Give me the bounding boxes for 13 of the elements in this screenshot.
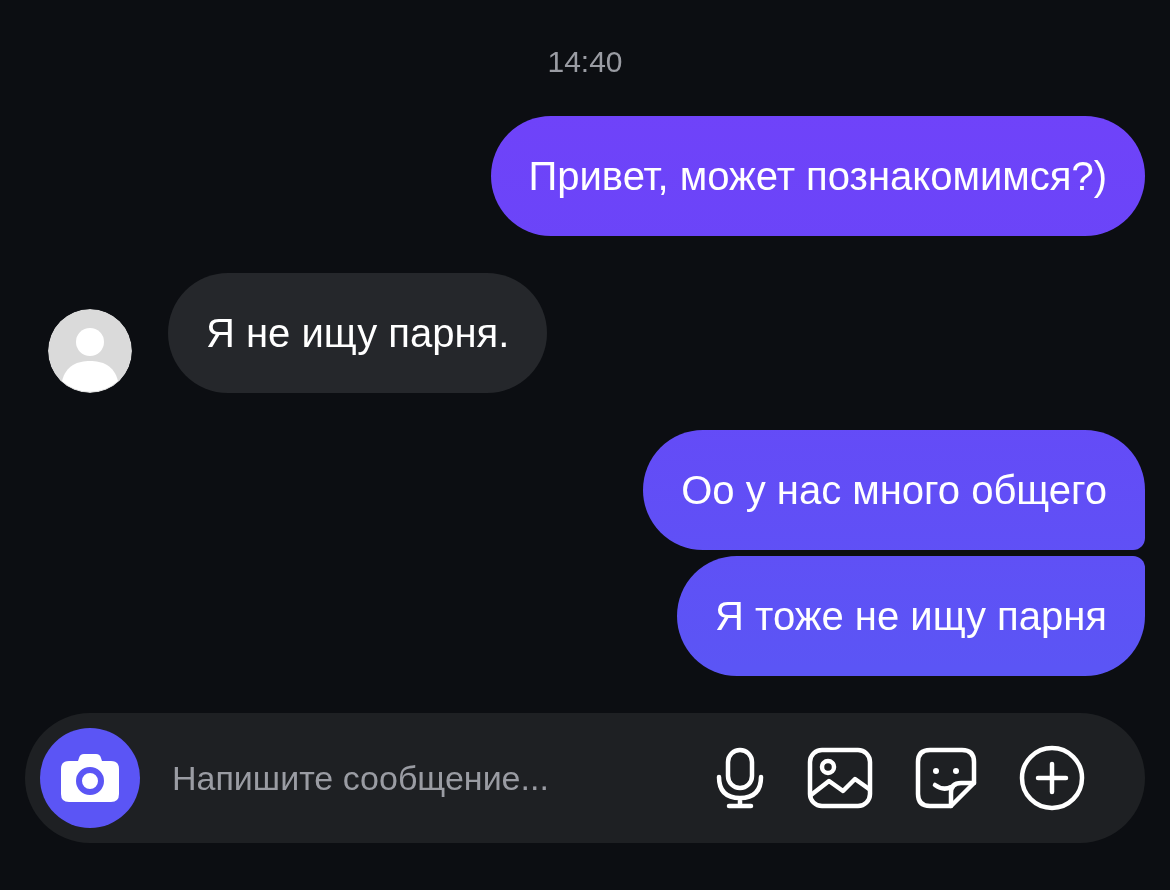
avatar-icon [48, 309, 132, 393]
message-bubble: Я не ищу парня. [168, 273, 548, 393]
timestamp: 14:40 [546, 44, 624, 80]
microphone-icon[interactable] [715, 747, 765, 809]
camera-button[interactable] [40, 728, 140, 828]
message-input[interactable]: Напишите сообщение... [170, 751, 673, 805]
sticker-icon[interactable] [915, 747, 977, 809]
add-icon[interactable] [1019, 745, 1085, 811]
camera-icon [61, 754, 119, 802]
message-bubble: Оо у нас много общего [643, 430, 1145, 550]
message-bubble: Я тоже не ищу парня [677, 556, 1145, 676]
image-icon[interactable] [807, 747, 873, 809]
message-bubble: Привет, может познакомимся?) [490, 116, 1145, 236]
